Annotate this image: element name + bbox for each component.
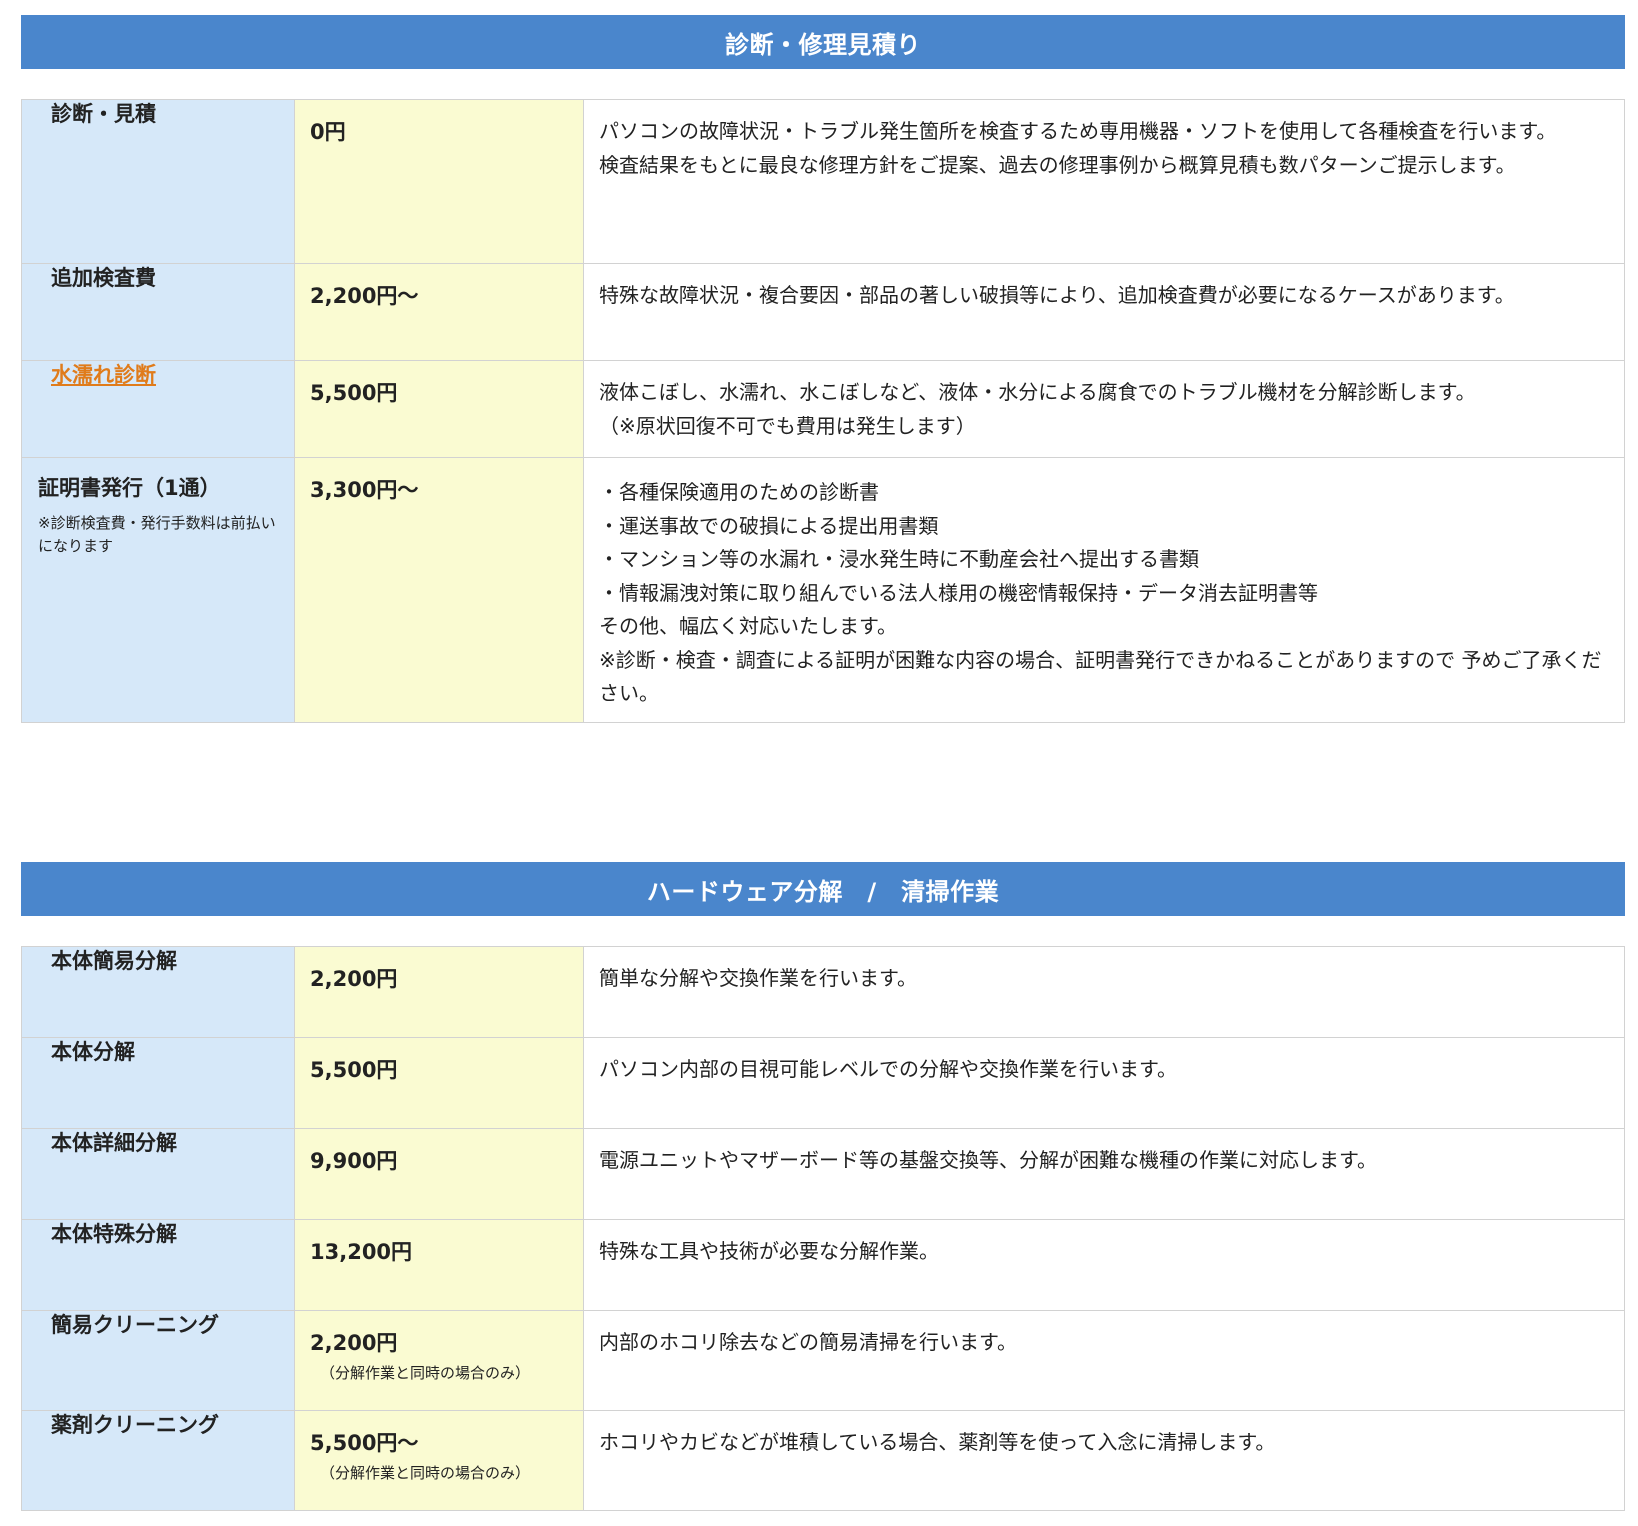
item-name-cell: 簡易クリーニング [21, 1310, 295, 1411]
price-table-hardware: 本体簡易分解 2,200円 簡単な分解や交換作業を行います。 本体分解 5,50… [21, 946, 1625, 1511]
item-description-cell: パソコンの故障状況・トラブル発生箇所を検査するため専用機器・ソフトを使用して各種… [583, 99, 1625, 264]
table-row: 追加検査費 2,200円〜 特殊な故障状況・複合要因・部品の著しい破損等により、… [21, 263, 1625, 361]
table-row: 本体分解 5,500円 パソコン内部の目視可能レベルでの分解や交換作業を行います… [21, 1037, 1625, 1129]
item-name-cell: 追加検査費 [21, 263, 295, 361]
item-name: 本体特殊分解 [51, 1222, 177, 1246]
item-price-cell: 5,500円 [294, 1037, 584, 1129]
water-damage-diagnosis-link[interactable]: 水濡れ診断 [22, 361, 294, 389]
item-name: 簡易クリーニング [51, 1313, 219, 1337]
item-description: 液体こぼし、水濡れ、水こぼしなど、液体・水分による腐食でのトラブル機材を分解診断… [599, 380, 1476, 438]
table-row: 証明書発行（1通） ※診断検査費・発行手数料は前払いになります 3,300円〜 … [21, 457, 1625, 723]
item-price: 5,500円 [310, 1058, 398, 1082]
item-price: 3,300円〜 [310, 478, 419, 502]
item-price-cell: 5,500円〜 （分解作業と同時の場合のみ） [294, 1410, 584, 1511]
item-price-cell: 2,200円 [294, 946, 584, 1038]
item-name: 本体分解 [51, 1040, 135, 1064]
item-price-cell: 3,300円〜 [294, 457, 584, 723]
item-name: 本体簡易分解 [51, 949, 177, 973]
item-price-cell: 9,900円 [294, 1128, 584, 1220]
item-price-note: （分解作業と同時の場合のみ） [320, 1364, 531, 1382]
item-name-note: ※診断検査費・発行手数料は前払いになります [38, 514, 276, 555]
item-name-cell: 証明書発行（1通） ※診断検査費・発行手数料は前払いになります [21, 457, 295, 723]
item-description-cell: 内部のホコリ除去などの簡易清掃を行います。 [583, 1310, 1625, 1411]
item-price-cell: 5,500円 [294, 360, 584, 458]
item-name-cell: 本体簡易分解 [21, 946, 295, 1038]
item-name: 本体詳細分解 [51, 1131, 177, 1155]
item-description-cell: 液体こぼし、水濡れ、水こぼしなど、液体・水分による腐食でのトラブル機材を分解診断… [583, 360, 1625, 458]
item-description: パソコン内部の目視可能レベルでの分解や交換作業を行います。 [599, 1057, 1177, 1081]
section-diagnosis: 診断・修理見積り 診断・見積 0円 パソコンの故障状況・トラブル発生箇所を検査す… [21, 15, 1625, 723]
section-title-hardware: ハードウェア分解 / 清掃作業 [21, 862, 1625, 916]
table-row: 本体詳細分解 9,900円 電源ユニットやマザーボード等の基盤交換等、分解が困難… [21, 1128, 1625, 1220]
item-description-cell: 電源ユニットやマザーボード等の基盤交換等、分解が困難な機種の作業に対応します。 [583, 1128, 1625, 1220]
item-name: 診断・見積 [51, 102, 156, 126]
item-description: パソコンの故障状況・トラブル発生箇所を検査するため専用機器・ソフトを使用して各種… [599, 119, 1557, 177]
item-name: 追加検査費 [51, 266, 156, 290]
item-description-cell: 特殊な工具や技術が必要な分解作業。 [583, 1219, 1625, 1311]
item-description-cell: パソコン内部の目視可能レベルでの分解や交換作業を行います。 [583, 1037, 1625, 1129]
item-name-cell: 水濡れ診断 [21, 360, 295, 458]
item-description: ・各種保険適用のための診断書 ・運送事故での破損による提出用書類 ・マンション等… [599, 480, 1602, 705]
table-row: 簡易クリーニング 2,200円 （分解作業と同時の場合のみ） 内部のホコリ除去な… [21, 1310, 1625, 1411]
page: 診断・修理見積り 診断・見積 0円 パソコンの故障状況・トラブル発生箇所を検査す… [0, 0, 1638, 1526]
item-description: ホコリやカビなどが堆積している場合、薬剤等を使って入念に清掃します。 [599, 1430, 1276, 1454]
item-description: 電源ユニットやマザーボード等の基盤交換等、分解が困難な機種の作業に対応します。 [599, 1148, 1377, 1172]
item-price: 9,900円 [310, 1149, 398, 1173]
price-table-diagnosis: 診断・見積 0円 パソコンの故障状況・トラブル発生箇所を検査するため専用機器・ソ… [21, 99, 1625, 723]
item-price: 5,500円 [310, 381, 398, 405]
item-price: 0円 [310, 120, 346, 144]
item-name-cell: 本体詳細分解 [21, 1128, 295, 1220]
item-price: 2,200円〜 [310, 284, 419, 308]
item-description-cell: 特殊な故障状況・複合要因・部品の著しい破損等により、追加検査費が必要になるケース… [583, 263, 1625, 361]
item-description: 特殊な故障状況・複合要因・部品の著しい破損等により、追加検査費が必要になるケース… [599, 283, 1515, 307]
item-description: 特殊な工具や技術が必要な分解作業。 [599, 1239, 939, 1263]
item-description-cell: ・各種保険適用のための診断書 ・運送事故での破損による提出用書類 ・マンション等… [583, 457, 1625, 723]
item-price-cell: 0円 [294, 99, 584, 264]
item-price-note: （分解作業と同時の場合のみ） [320, 1464, 531, 1482]
table-row: 本体簡易分解 2,200円 簡単な分解や交換作業を行います。 [21, 946, 1625, 1038]
table-row: 診断・見積 0円 パソコンの故障状況・トラブル発生箇所を検査するため専用機器・ソ… [21, 99, 1625, 264]
section-hardware: ハードウェア分解 / 清掃作業 本体簡易分解 2,200円 簡単な分解や交換作業… [21, 862, 1625, 1511]
item-description: 内部のホコリ除去などの簡易清掃を行います。 [599, 1330, 1017, 1354]
item-price-cell: 13,200円 [294, 1219, 584, 1311]
section-title-diagnosis: 診断・修理見積り [21, 15, 1625, 69]
item-price: 2,200円 [310, 967, 398, 991]
item-price: 5,500円〜 [310, 1431, 419, 1455]
table-row: 薬剤クリーニング 5,500円〜 （分解作業と同時の場合のみ） ホコリやカビなど… [21, 1410, 1625, 1511]
item-price-cell: 2,200円〜 [294, 263, 584, 361]
item-name-cell: 薬剤クリーニング [21, 1410, 295, 1511]
item-name-cell: 本体分解 [21, 1037, 295, 1129]
item-name: 証明書発行（1通） [38, 476, 221, 500]
item-description: 簡単な分解や交換作業を行います。 [599, 966, 917, 990]
item-description-cell: 簡単な分解や交換作業を行います。 [583, 946, 1625, 1038]
item-price-cell: 2,200円 （分解作業と同時の場合のみ） [294, 1310, 584, 1411]
item-price: 13,200円 [310, 1240, 413, 1264]
item-name: 薬剤クリーニング [51, 1413, 219, 1437]
item-description-cell: ホコリやカビなどが堆積している場合、薬剤等を使って入念に清掃します。 [583, 1410, 1625, 1511]
item-name-cell: 診断・見積 [21, 99, 295, 264]
item-name-cell: 本体特殊分解 [21, 1219, 295, 1311]
table-row: 水濡れ診断 5,500円 液体こぼし、水濡れ、水こぼしなど、液体・水分による腐食… [21, 360, 1625, 458]
item-price: 2,200円 [310, 1331, 398, 1355]
table-row: 本体特殊分解 13,200円 特殊な工具や技術が必要な分解作業。 [21, 1219, 1625, 1311]
